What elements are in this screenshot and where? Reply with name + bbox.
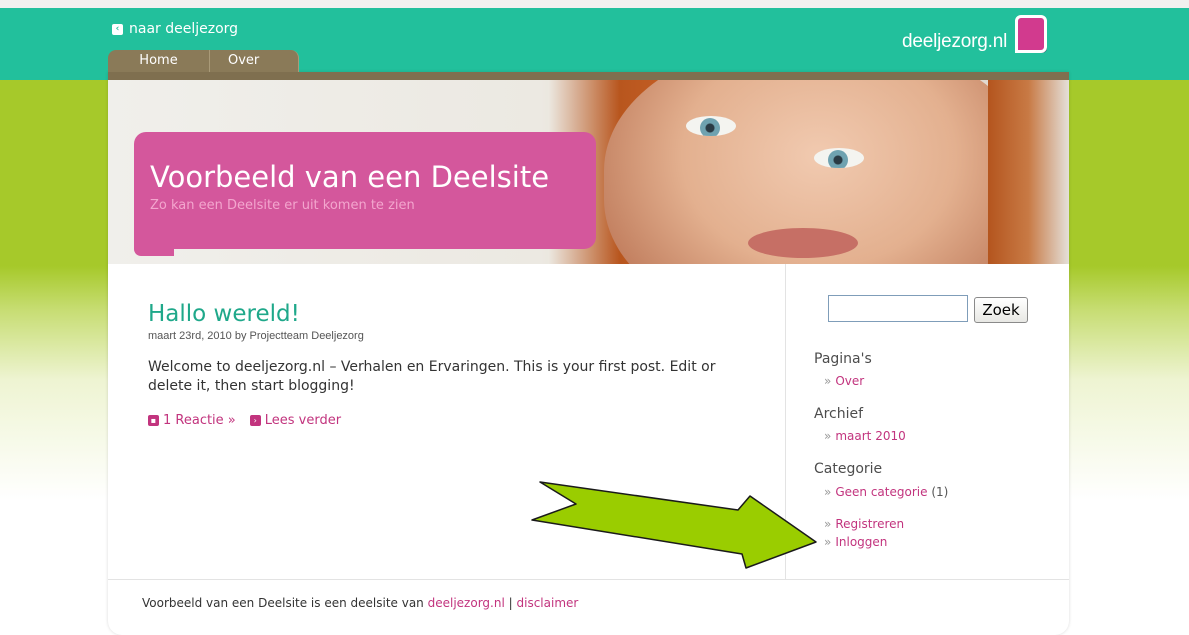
- read-more-link[interactable]: Lees verder: [265, 413, 341, 428]
- chevron-left-icon: ‹: [112, 23, 123, 35]
- sidebar-item-over[interactable]: » Over: [824, 374, 864, 388]
- logo-text: deeljezorg.nl: [902, 31, 1008, 52]
- comments-link[interactable]: 1 Reactie »: [163, 413, 236, 428]
- search-input[interactable]: [828, 295, 968, 322]
- footer-deeljezorg-link[interactable]: deeljezorg.nl: [428, 596, 505, 610]
- logo-mark-icon: [1011, 13, 1055, 57]
- back-link-label: naar deeljezorg: [129, 21, 239, 37]
- archive-widget-title: Archief: [814, 406, 864, 422]
- nav-over-tab[interactable]: Over: [210, 50, 299, 72]
- footer-divider: [108, 579, 1069, 580]
- sidebar-item-archive[interactable]: » maart 2010: [824, 429, 906, 443]
- search-button[interactable]: Zoek: [974, 297, 1028, 323]
- post-title[interactable]: Hallo wereld!: [148, 301, 300, 327]
- category-widget-title: Categorie: [814, 461, 883, 477]
- sidebar-item-register[interactable]: » Registreren: [824, 517, 904, 531]
- arrow-right-icon: ›: [249, 415, 261, 426]
- site-title[interactable]: Voorbeeld van een Deelsite: [150, 160, 549, 194]
- nav-underline: [108, 72, 1069, 80]
- comment-icon: ▪: [148, 415, 159, 426]
- header-photo-eye: [686, 116, 736, 136]
- bullet: »: [824, 374, 832, 388]
- post-body: Welcome to deeljezorg.nl – Verhalen en E…: [148, 359, 716, 394]
- header-photo-lips: [748, 228, 858, 258]
- deeljezorg-logo[interactable]: deeljezorg.nl: [902, 13, 1055, 57]
- site-subtitle: Zo kan een Deelsite er uit komen te zien: [150, 198, 415, 213]
- post-links: ▪ 1 Reactie » › Lees verder: [148, 413, 341, 428]
- header-photo-eye: [814, 148, 864, 168]
- browser-top-strip: [0, 0, 1189, 8]
- post-meta: maart 23rd, 2010 by Projectteam Deeljezo…: [148, 330, 364, 342]
- site-title-box: Voorbeeld van een Deelsite Zo kan een De…: [134, 132, 596, 256]
- sidebar-item-category[interactable]: » Geen categorie (1): [824, 485, 948, 499]
- header-photo-hair-right: [988, 80, 1069, 264]
- footer-text: Voorbeeld van een Deelsite is een deelsi…: [142, 596, 424, 610]
- footer-disclaimer-link[interactable]: disclaimer: [517, 596, 579, 610]
- bullet: »: [824, 429, 832, 443]
- footer: Voorbeeld van een Deelsite is een deelsi…: [142, 596, 578, 610]
- back-to-deeljezorg-link[interactable]: ‹ naar deeljezorg: [112, 21, 238, 37]
- nav-home-tab[interactable]: Home: [108, 50, 210, 72]
- main-nav: Home Over: [108, 50, 299, 72]
- footer-separator: |: [508, 596, 513, 610]
- header-banner: Voorbeeld van een Deelsite Zo kan een De…: [108, 80, 1069, 264]
- annotation-arrow: [531, 481, 817, 569]
- sidebar-item-login[interactable]: » Inloggen: [824, 535, 887, 549]
- category-count: (1): [931, 485, 949, 499]
- pages-widget-title: Pagina's: [814, 351, 872, 367]
